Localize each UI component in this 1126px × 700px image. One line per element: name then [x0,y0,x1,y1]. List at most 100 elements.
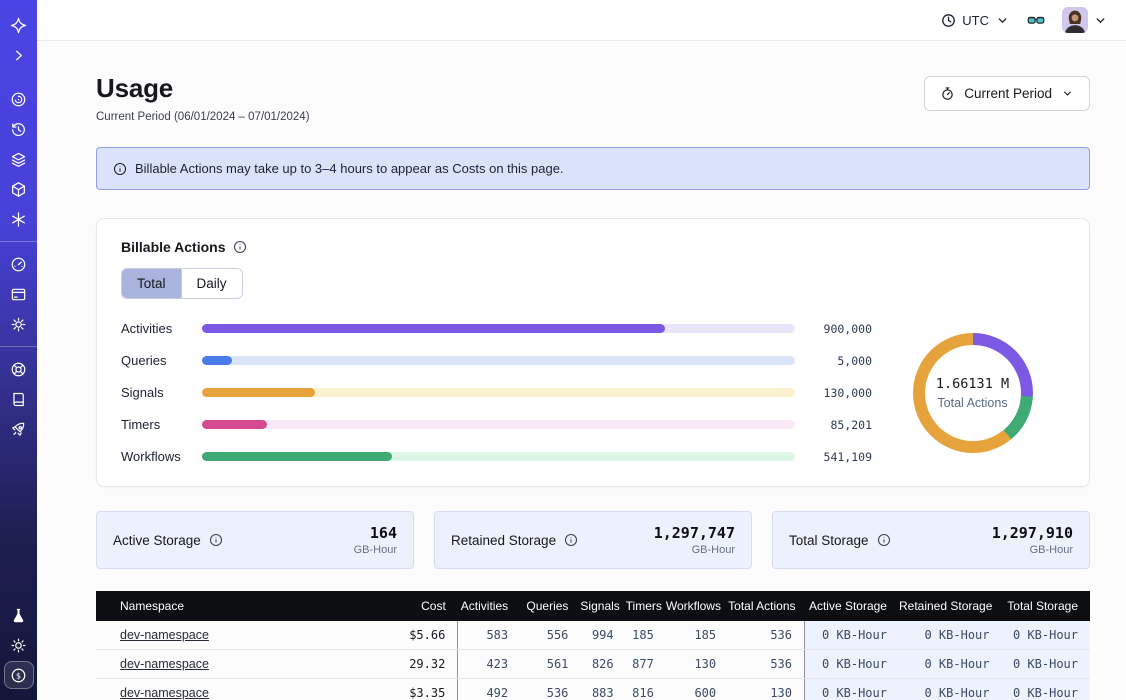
sidebar-item-settings[interactable] [4,310,34,338]
bar-label: Signals [121,385,189,400]
bar-row-timers: Timers85,201 [121,417,872,432]
billable-actions-card: Billable Actions Total Daily Activities9… [96,218,1090,487]
storage-card-unit: GB-Hour [654,544,735,556]
cell-timers: 816 [626,679,666,700]
period-selector-button[interactable]: Current Period [924,76,1090,111]
storage-card-retained-storage: Retained Storage 1,297,747 GB-Hour [434,511,752,569]
sidebar-item-nexus[interactable] [4,205,34,233]
namespaces-icon [10,91,27,108]
column-header-cost: Cost [369,591,457,621]
cell-active-storage: 0 KB-Hour [805,650,899,679]
clock-icon [941,13,956,28]
info-icon[interactable] [877,533,891,547]
sidebar-item-docs[interactable] [4,385,34,413]
cell-activities: 423 [458,650,520,679]
cell-workflows: 185 [666,621,728,650]
deployments-icon [10,181,27,198]
chevron-right-icon [10,47,27,64]
cell-cost: $3.35 [369,679,457,700]
sidebar-expand-button[interactable] [4,41,34,69]
cell-total-storage: 0 KB-Hour [1002,650,1091,679]
sidebar-item-worker-deployments-layers[interactable] [4,145,34,173]
sidebar-item-getting-started[interactable] [4,415,34,443]
flask-icon [10,607,27,624]
sidebar-divider [0,346,37,347]
schedules-icon [10,121,27,138]
storage-card-label: Total Storage [789,533,891,548]
sidebar-item-web-ui[interactable] [4,280,34,308]
cell-total-storage: 0 KB-Hour [1002,679,1091,700]
account-menu[interactable] [1062,7,1108,33]
timezone-label: UTC [962,13,989,28]
namespace-link[interactable]: dev-namespace [120,657,209,671]
cell-timers: 877 [626,650,666,679]
cell-signals: 883 [580,679,625,700]
cell-cost: 29.32 [369,650,457,679]
namespace-usage-table: NamespaceCostActivitiesQueriesSignalsTim… [96,591,1090,700]
donut-center-value: 1.66131 M [936,376,1009,392]
storage-card-label: Active Storage [113,533,223,548]
support-lifebuoy-icon [10,361,27,378]
cell-activities: 492 [458,679,520,700]
billable-actions-bar-chart: Activities900,000Queries5,000Signals130,… [121,321,880,464]
feedback-glasses-button[interactable] [1026,10,1046,30]
table-header-row: NamespaceCostActivitiesQueriesSignalsTim… [96,591,1090,621]
window-icon [10,286,27,303]
sidebar-item-schedules[interactable] [4,115,34,143]
bar-track [202,324,795,333]
namespace-link[interactable]: dev-namespace [120,686,209,700]
bar-label: Workflows [121,449,189,464]
rocket-icon [10,421,27,438]
storage-card-total-storage: Total Storage1,297,910GB-Hour [772,511,1090,569]
billing-dollar-icon: $ [10,667,27,684]
cell-activities: 583 [458,621,520,650]
storage-card-unit: GB-Hour [992,544,1073,556]
bar-track [202,452,795,461]
sidebar-item-labs[interactable] [4,601,34,629]
chevron-down-icon [995,13,1010,28]
timezone-selector[interactable]: UTC [941,13,1010,28]
bar-label: Queries [121,353,189,368]
page-title: Usage [96,73,310,104]
sidebar-item-usage[interactable] [4,250,34,278]
column-header-namespace: Namespace [96,591,369,621]
cell-retained-storage: 0 KB-Hour [899,679,1002,700]
billable-actions-title: Billable Actions [121,239,226,255]
tab-daily[interactable]: Daily [181,269,242,298]
column-header-total-storage: Total Storage [1002,591,1091,621]
topbar: UTC [37,0,1126,41]
info-icon[interactable] [209,533,223,547]
column-header-queries: Queries [520,591,580,621]
info-icon[interactable] [233,240,247,254]
usage-page: Usage Current Period (06/01/2024 – 07/01… [37,41,1126,700]
namespace-link[interactable]: dev-namespace [120,628,209,642]
total-actions-donut-wrap: 1.66131 M Total Actions [880,333,1065,453]
temporal-logo[interactable] [4,11,34,39]
bar-fill [202,420,267,429]
sidebar-item-theme[interactable] [4,631,34,659]
namespace-usage-table-wrap: NamespaceCostActivitiesQueriesSignalsTim… [96,591,1090,700]
storage-card-value: 1,297,747 [654,524,735,542]
storage-card-label: Retained Storage [451,533,578,548]
cell-queries: 561 [520,650,580,679]
tab-total[interactable]: Total [122,269,181,298]
cell-total-storage: 0 KB-Hour [1002,621,1091,650]
settings-gear-icon [10,316,27,333]
cell-retained-storage: 0 KB-Hour [899,650,1002,679]
info-icon[interactable] [564,533,578,547]
table-row: dev-namespace$5.665835569941851855360 KB… [96,621,1090,650]
bar-track [202,388,795,397]
info-icon [113,162,127,176]
info-banner: Billable Actions may take up to 3–4 hour… [96,147,1090,190]
bar-value: 541,109 [808,450,872,464]
sidebar-item-deployments[interactable] [4,175,34,203]
table-row: dev-namespace29.324235618268771305360 KB… [96,650,1090,679]
info-banner-text: Billable Actions may take up to 3–4 hour… [135,161,564,176]
bar-fill [202,356,232,365]
cell-namespace: dev-namespace [96,650,369,679]
sidebar-item-support[interactable] [4,355,34,383]
cell-total-actions: 536 [728,650,804,679]
sidebar-item-namespaces[interactable] [4,85,34,113]
cell-workflows: 130 [666,650,728,679]
sidebar-item-billing[interactable]: $ [4,661,34,689]
